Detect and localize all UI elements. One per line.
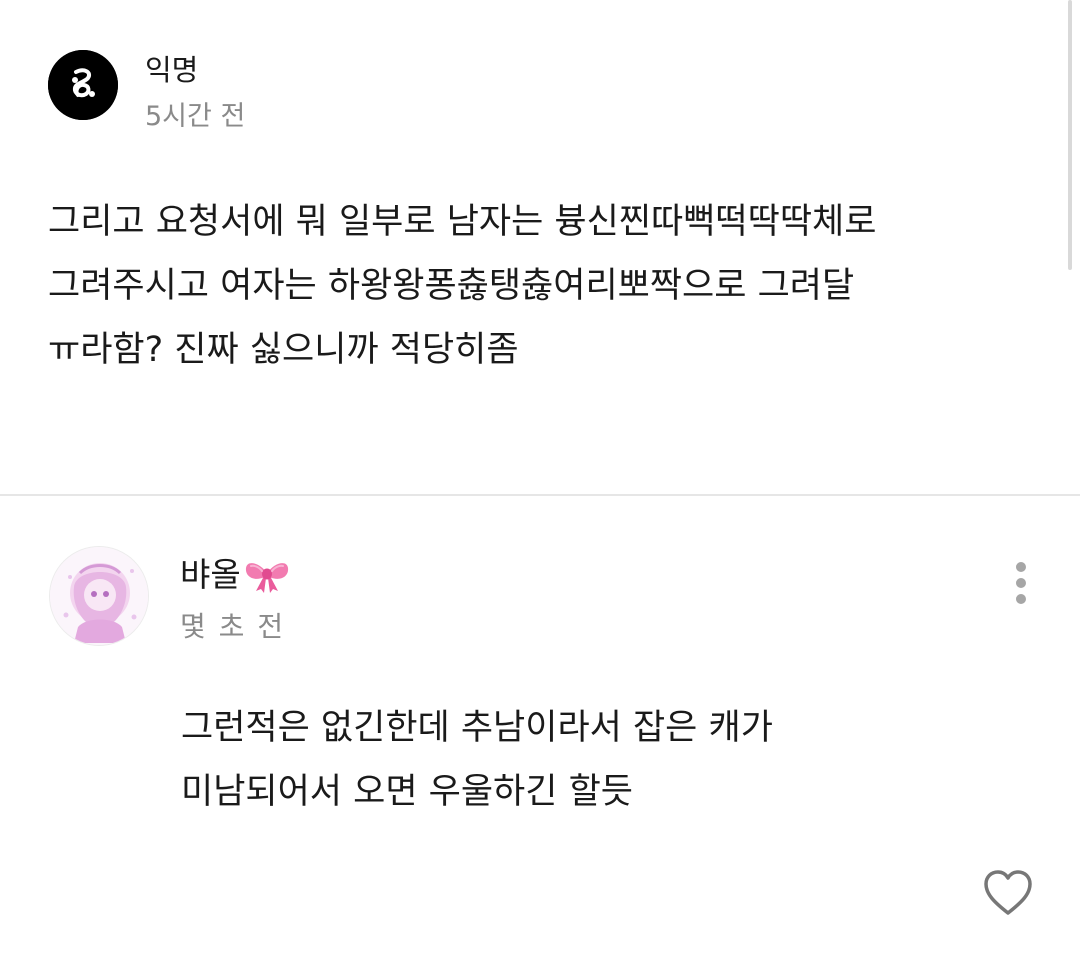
comment-body-line: 그런적은 없긴한데 추남이라서 잡은 캐가: [181, 708, 773, 748]
ribbon-bow-icon: [243, 556, 291, 594]
comment-author[interactable]: 뱌올: [180, 553, 291, 597]
post-body-line: 그리고 요청서에 뭐 일부로 남자는 븅신찐따뻑떡딱딱체로: [48, 202, 877, 242]
post-body: 그리고 요청서에 뭐 일부로 남자는 븅신찐따뻑떡딱딱체로 그려주시고 여자는 …: [48, 190, 1048, 382]
comment-body: 그런적은 없긴한데 추남이라서 잡은 캐가 미남되어서 오면 우울하긴 할듯: [181, 696, 1041, 824]
more-vertical-icon-dot: [1016, 562, 1026, 572]
anonymous-avatar-icon: [48, 50, 118, 120]
section-divider: [0, 494, 1080, 496]
post-avatar[interactable]: [48, 50, 118, 120]
heart-outline-icon: [984, 870, 1032, 915]
post-author-name[interactable]: 익명: [145, 52, 198, 88]
comment-body-line: 미남되어서 오면 우울하긴 할듯: [181, 772, 633, 812]
more-vertical-icon-dot: [1016, 594, 1026, 604]
like-button[interactable]: [982, 868, 1034, 918]
comment-author-name: 뱌올: [180, 555, 241, 594]
post: 익명 5시간 전 그리고 요청서에 뭐 일부로 남자는 븅신찐따뻑떡딱딱체로 그…: [0, 0, 1080, 496]
more-options-button[interactable]: [1000, 555, 1044, 609]
more-vertical-icon-dot: [1016, 578, 1026, 588]
comment-thread-screen: 익명 5시간 전 그리고 요청서에 뭐 일부로 남자는 븅신찐따뻑떡딱딱체로 그…: [0, 0, 1080, 970]
comment-avatar[interactable]: [49, 546, 149, 646]
post-body-line: 그려주시고 여자는 하왕왕퐁츊탱츊여리뽀짝으로 그려달: [48, 266, 855, 306]
post-body-line: ㅠ라함? 진짜 싫으니까 적당히좀: [48, 330, 519, 370]
post-timestamp: 5시간 전: [145, 101, 246, 132]
avatar-illustration: [50, 547, 148, 645]
comment-timestamp: 몇 초 전: [180, 610, 286, 643]
